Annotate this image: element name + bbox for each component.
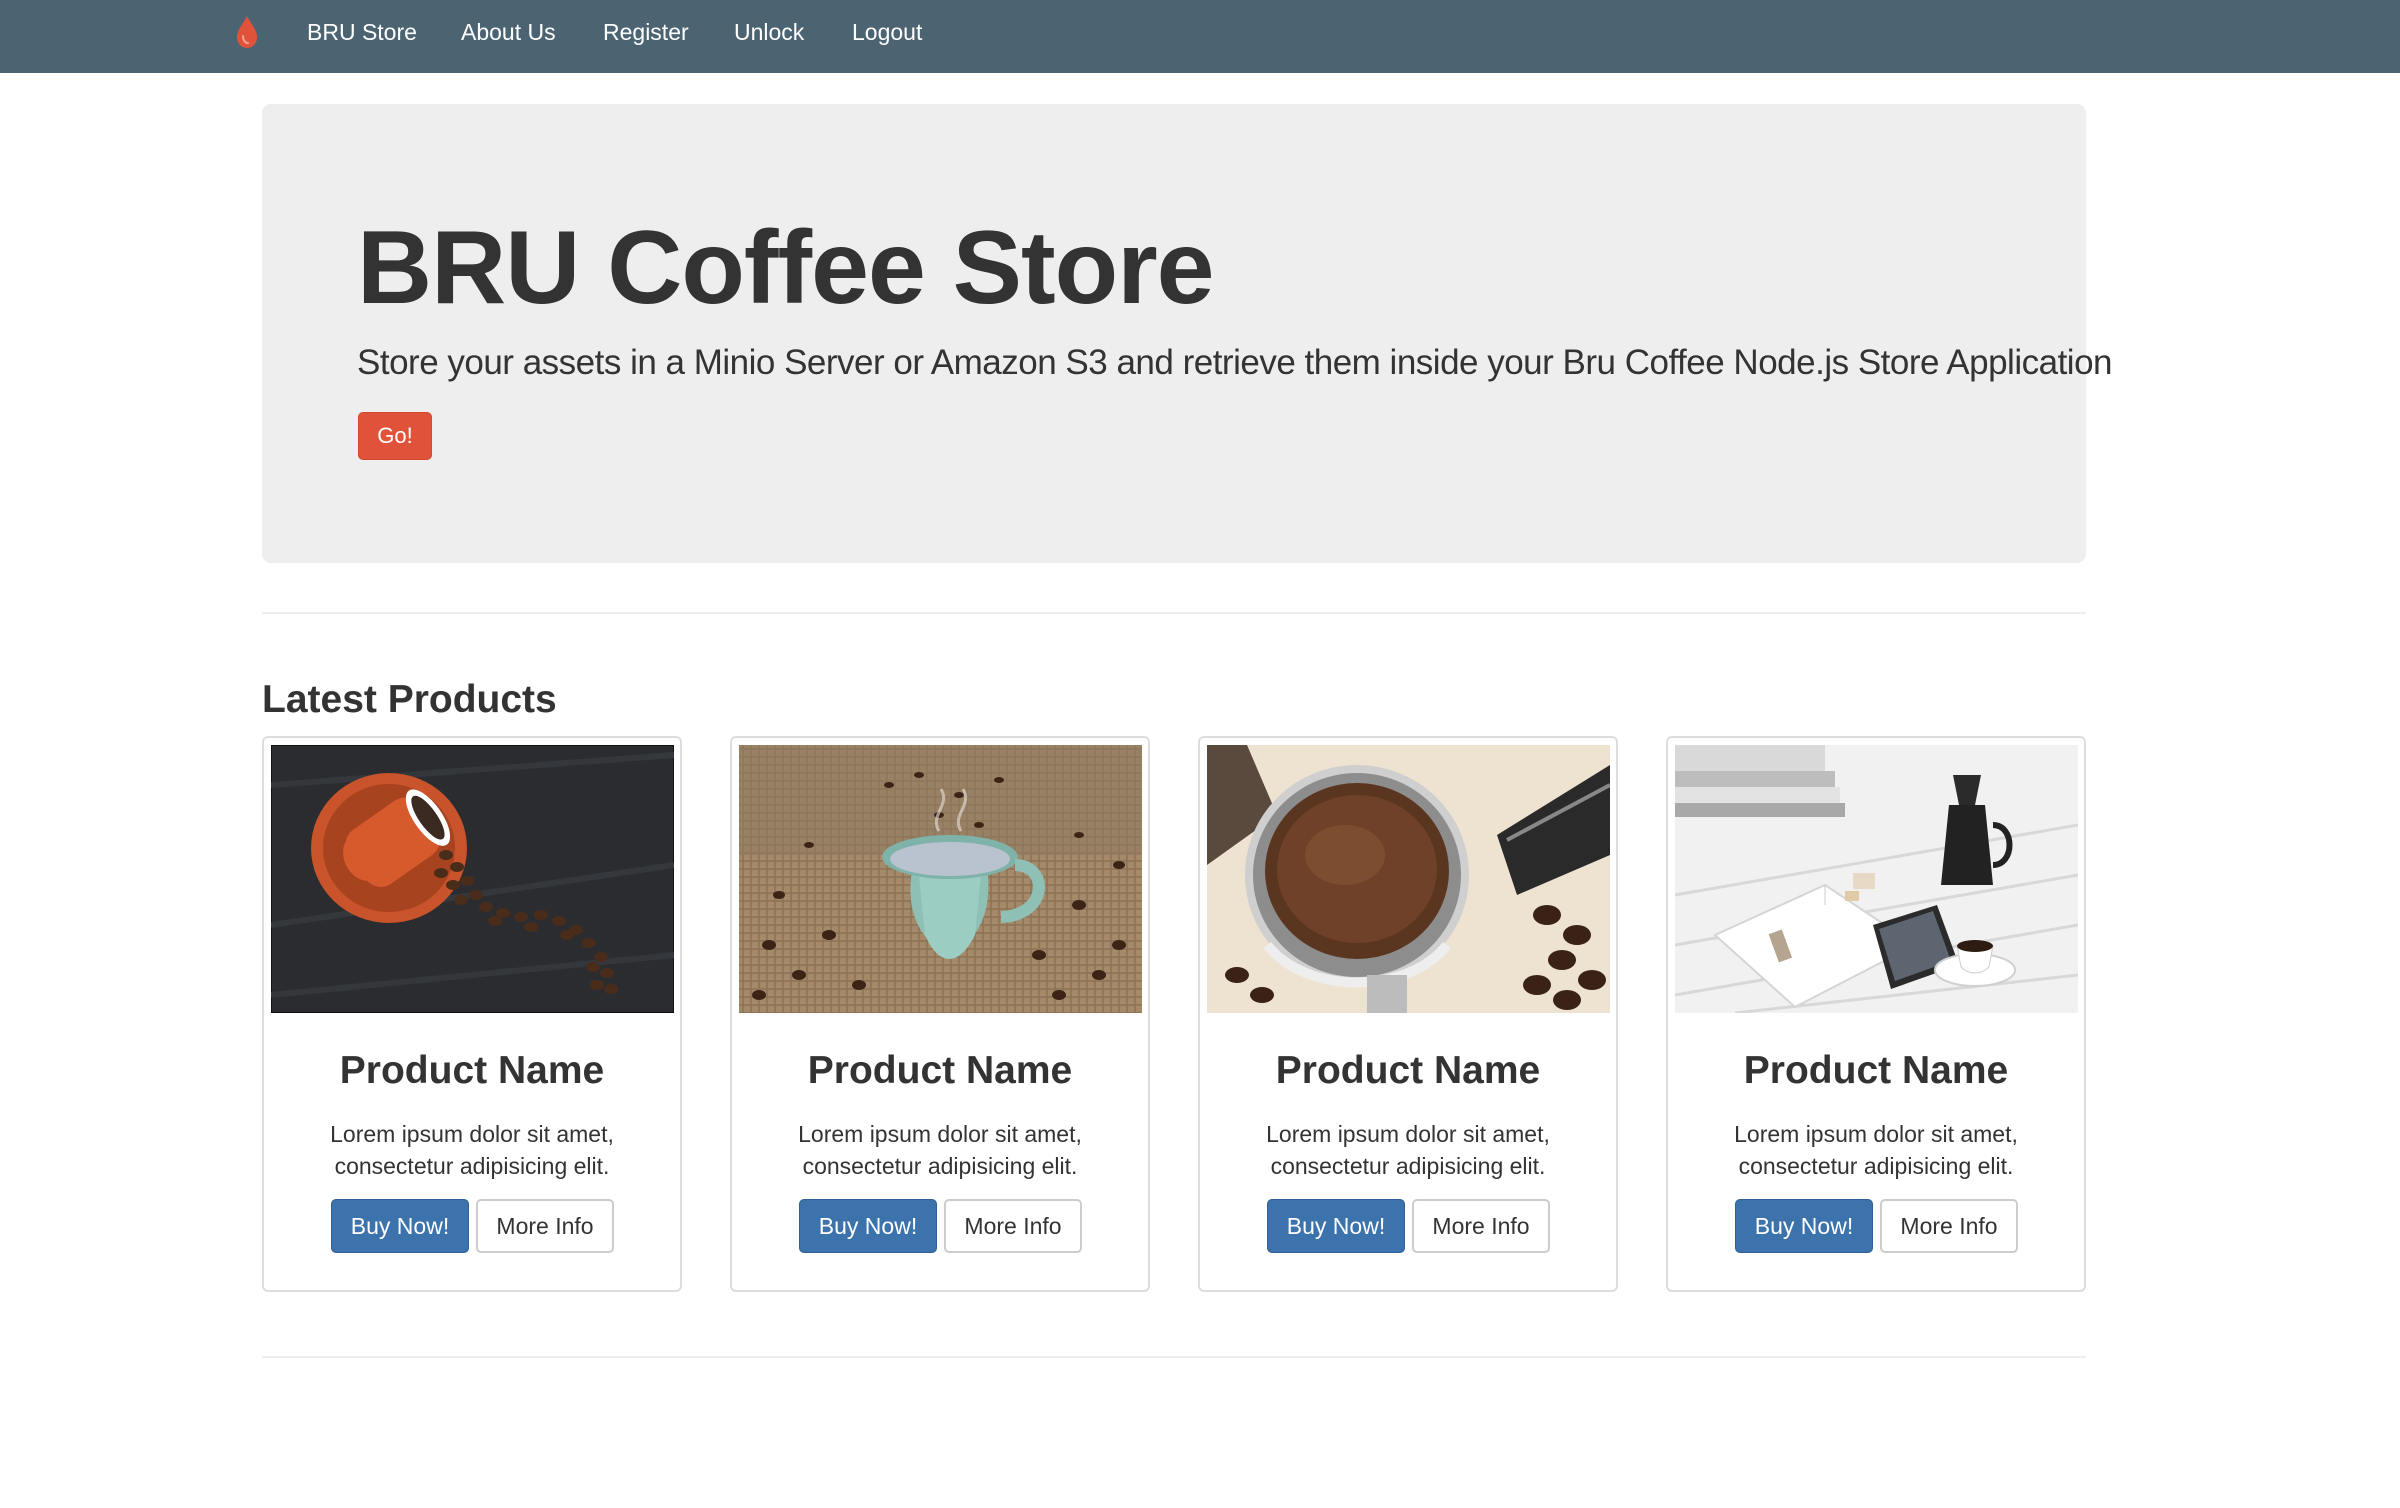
coffee-mug-on-burlap-photo bbox=[739, 745, 1142, 1013]
product-name: Product Name bbox=[1275, 1049, 1541, 1092]
buy-now-button[interactable]: Buy Now! bbox=[1267, 1199, 1405, 1253]
product-image[interactable] bbox=[1207, 745, 1610, 1013]
desk-with-tablet-and-coffee-photo bbox=[1675, 745, 2078, 1013]
divider bbox=[262, 1356, 2086, 1358]
product-description: Lorem ipsum dolor sit amet, consectetur … bbox=[1734, 1121, 2018, 1179]
nav-link-register[interactable]: Register bbox=[603, 0, 689, 64]
latest-products-heading: Latest Products bbox=[262, 678, 557, 721]
product-description: Lorem ipsum dolor sit amet, consectetur … bbox=[330, 1121, 614, 1179]
go-button[interactable]: Go! bbox=[358, 412, 432, 460]
product-card: Product Name Lorem ipsum dolor sit amet,… bbox=[262, 736, 682, 1292]
more-info-button[interactable]: More Info bbox=[1412, 1199, 1550, 1253]
product-name: Product Name bbox=[807, 1049, 1073, 1092]
product-image[interactable] bbox=[739, 745, 1142, 1013]
hero-title: BRU Coffee Store bbox=[357, 210, 1215, 326]
espresso-portafilter-photo bbox=[1207, 745, 1610, 1013]
buy-now-button[interactable]: Buy Now! bbox=[331, 1199, 469, 1253]
drop-icon[interactable] bbox=[234, 14, 260, 50]
nav-link-bru-store[interactable]: BRU Store bbox=[307, 0, 417, 64]
more-info-button[interactable]: More Info bbox=[944, 1199, 1082, 1253]
nav-link-about-us[interactable]: About Us bbox=[461, 0, 556, 64]
top-navbar: BRU Store About Us Register Unlock Logou… bbox=[0, 0, 2400, 73]
product-name: Product Name bbox=[339, 1049, 605, 1092]
product-image[interactable] bbox=[1675, 745, 2078, 1013]
divider bbox=[262, 612, 2086, 614]
product-image[interactable] bbox=[271, 745, 674, 1013]
product-description: Lorem ipsum dolor sit amet, consectetur … bbox=[798, 1121, 1082, 1179]
product-card: Product Name Lorem ipsum dolor sit amet,… bbox=[730, 736, 1150, 1292]
buy-now-button[interactable]: Buy Now! bbox=[1735, 1199, 1873, 1253]
buy-now-button[interactable]: Buy Now! bbox=[799, 1199, 937, 1253]
product-card: Product Name Lorem ipsum dolor sit amet,… bbox=[1666, 736, 2086, 1292]
nav-link-unlock[interactable]: Unlock bbox=[734, 0, 804, 64]
more-info-button[interactable]: More Info bbox=[476, 1199, 614, 1253]
nav-link-logout[interactable]: Logout bbox=[852, 0, 922, 64]
hero-jumbotron: BRU Coffee Store Store your assets in a … bbox=[262, 104, 2113, 563]
product-name: Product Name bbox=[1743, 1049, 2009, 1092]
more-info-button[interactable]: More Info bbox=[1880, 1199, 2018, 1253]
product-description: Lorem ipsum dolor sit amet, consectetur … bbox=[1266, 1121, 1550, 1179]
product-card: Product Name Lorem ipsum dolor sit amet,… bbox=[1198, 736, 1618, 1292]
hero-subtitle: Store your assets in a Minio Server or A… bbox=[357, 343, 2113, 382]
spilled-coffee-cup-photo bbox=[271, 745, 674, 1013]
